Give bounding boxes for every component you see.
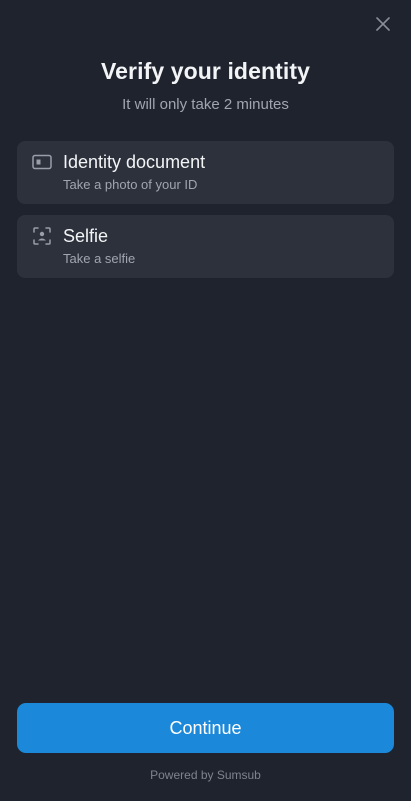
step-title: Selfie [63, 226, 109, 246]
page-title: Verify your identity [100, 58, 311, 84]
step-selfie[interactable]: Selfie Take a selfie [17, 215, 394, 278]
face-scan-icon [32, 227, 52, 245]
step-title: Identity document [63, 152, 206, 172]
page-subtitle: It will only take 2 minutes [122, 96, 289, 113]
step-description: Take a photo of your ID [63, 177, 198, 192]
step-description: Take a selfie [63, 251, 136, 266]
continue-button[interactable]: Continue [17, 703, 394, 753]
close-icon [376, 17, 390, 31]
powered-by-text: Powered by Sumsub [150, 768, 261, 782]
close-button[interactable] [371, 12, 395, 36]
step-identity-document[interactable]: Identity document Take a photo of your I… [17, 141, 394, 204]
id-card-icon [32, 154, 52, 170]
